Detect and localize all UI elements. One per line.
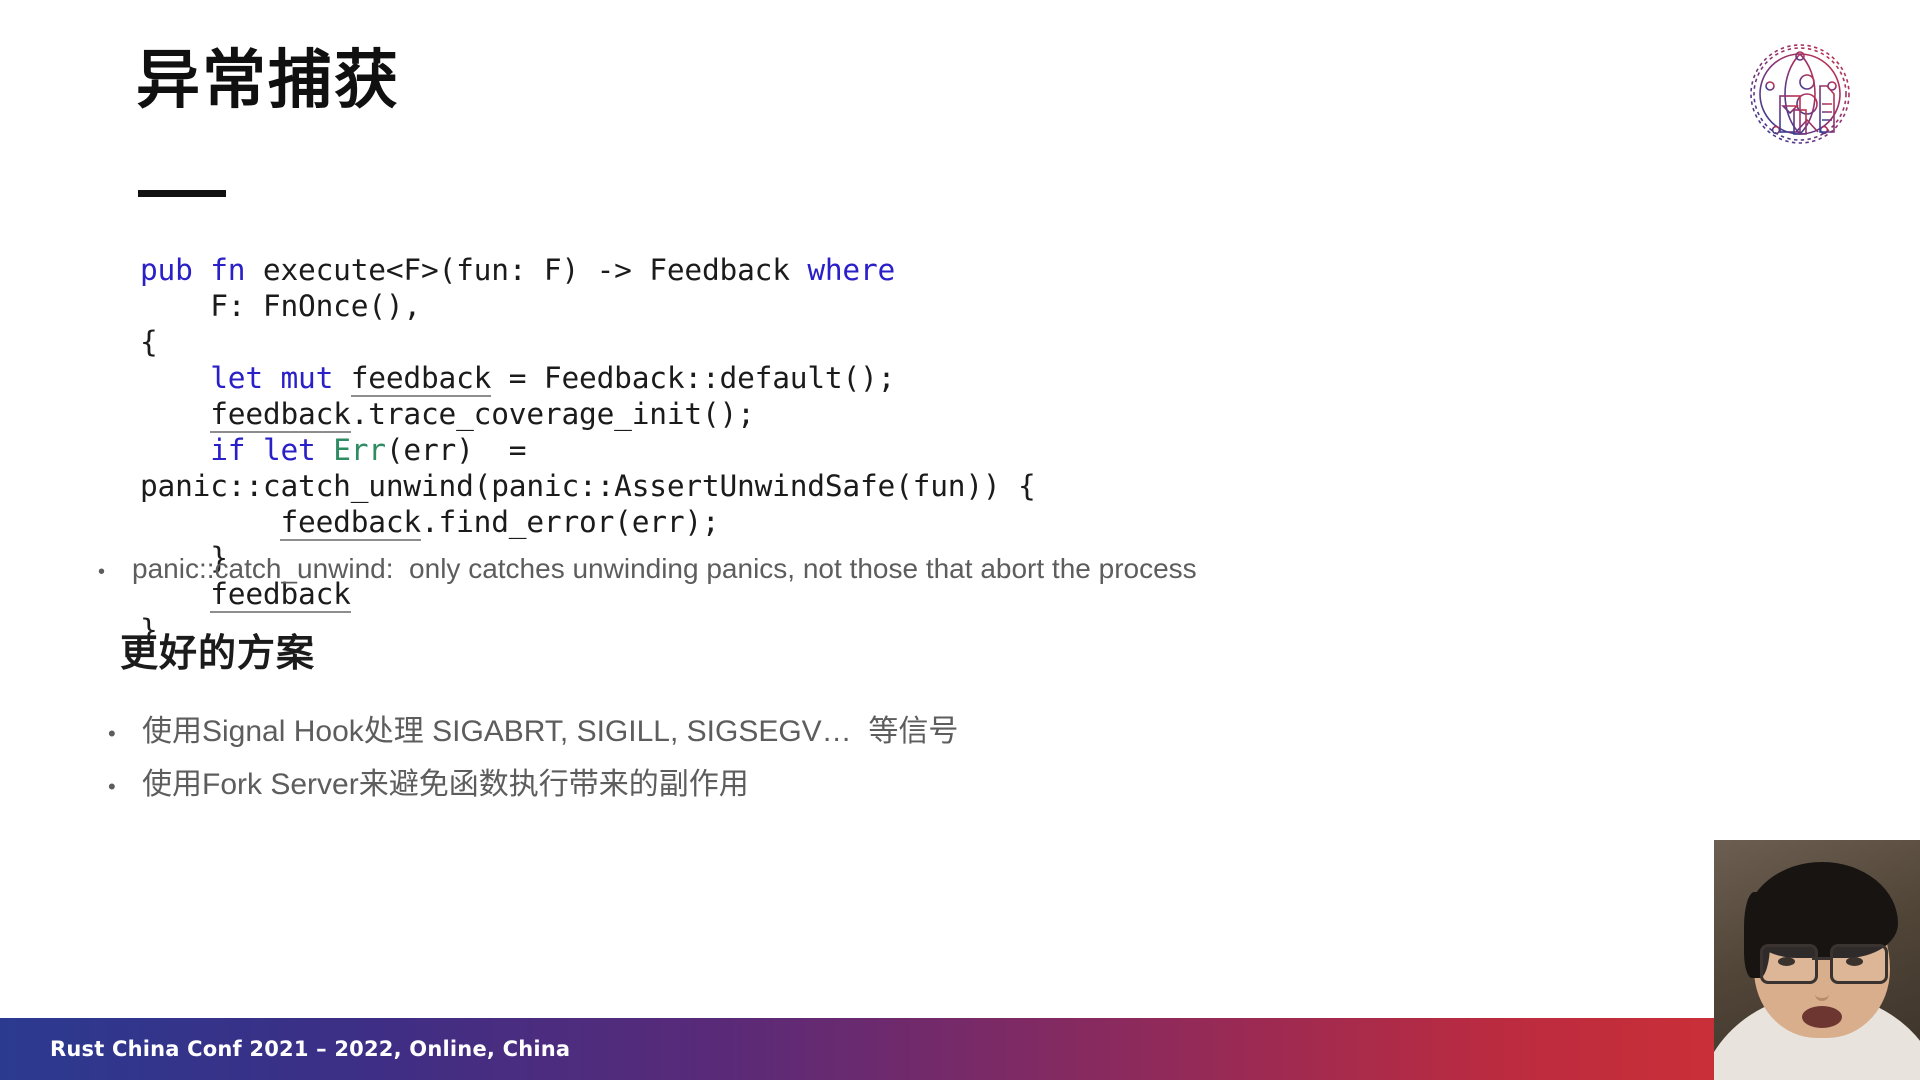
code-token: pub xyxy=(140,252,193,287)
bullet-marker: • xyxy=(108,774,116,799)
bullet-fork-server-text: 使用Fork Server来避免函数执行带来的副作用 xyxy=(142,768,749,801)
code-token: feedback xyxy=(350,360,492,397)
glasses-lens-left xyxy=(1760,944,1818,984)
code-token: let xyxy=(210,360,263,395)
code-token: fn xyxy=(210,252,246,287)
bullet-marker: • xyxy=(108,721,116,746)
code-token: .find_error(err); xyxy=(420,504,720,539)
bullet-panic-note-text: panic::catch_unwind: only catches unwind… xyxy=(132,553,1197,584)
glasses-lens-right xyxy=(1830,944,1888,984)
speaker-nose xyxy=(1815,980,1829,1001)
glasses-bridge xyxy=(1812,957,1830,960)
code-token: if xyxy=(210,432,246,467)
bullet-panic-note: • panic::catch_unwind: only catches unwi… xyxy=(98,553,1197,585)
code-token: let xyxy=(262,432,316,467)
speaker-mouth xyxy=(1802,1006,1842,1028)
slide-subheading: 更好的方案 xyxy=(120,631,316,675)
bullet-signal-hook-text: 使用Signal Hook处理 SIGABRT, SIGILL, SIGSEGV… xyxy=(142,715,959,748)
rust-code-block: pub fn execute<F>(fun: F) -> Feedback wh… xyxy=(140,252,1036,648)
slide-title: 异常捕获 xyxy=(136,44,400,118)
title-underline-rule xyxy=(138,190,226,197)
footer-conference-label: Rust China Conf 2021 – 2022, Online, Chi… xyxy=(50,1037,571,1061)
code-token: .trace_coverage_init(); xyxy=(350,396,755,431)
code-token: feedback xyxy=(280,504,421,541)
bullet-fork-server: • 使用Fork Server来避免函数执行带来的副作用 xyxy=(108,759,749,803)
bullet-signal-hook: • 使用Signal Hook处理 SIGABRT, SIGILL, SIGSE… xyxy=(108,706,958,750)
bullet-marker: • xyxy=(98,561,106,583)
slide-footer-bar: Rust China Conf 2021 – 2022, Online, Chi… xyxy=(0,1018,1920,1080)
code-token: (err) = xyxy=(385,432,527,467)
rust-china-conf-logo xyxy=(1736,38,1864,150)
code-token: Err xyxy=(333,432,386,467)
speaker-glasses xyxy=(1758,944,1894,984)
speaker-video-overlay[interactable] xyxy=(1714,840,1920,1080)
code-token: { xyxy=(140,324,158,359)
code-token: F: FnOnce(), xyxy=(140,288,421,323)
presentation-slide: 异常捕获 pub fn execute<F>(fun: F) -> Feedba… xyxy=(0,0,1920,1080)
code-token: execute<F>(fun: F) -> Feedback xyxy=(245,252,808,287)
code-token: panic::catch_unwind(panic::AssertUnwindS… xyxy=(140,468,1036,503)
code-token: mut xyxy=(280,360,334,395)
code-token: = Feedback::default(); xyxy=(491,360,896,395)
code-token: feedback xyxy=(210,396,351,433)
code-token: where xyxy=(807,252,896,287)
